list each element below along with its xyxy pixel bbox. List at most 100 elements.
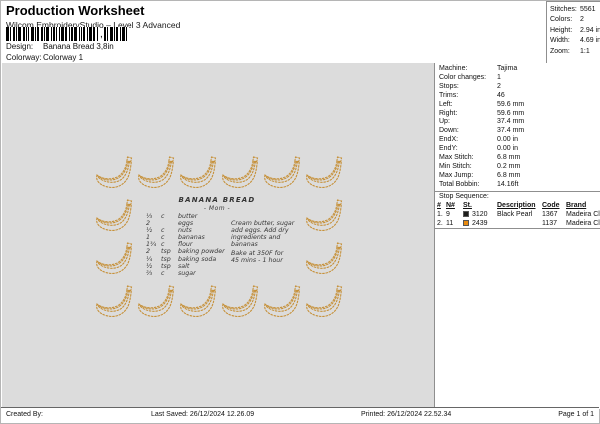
ingredient-name: bananas xyxy=(178,234,205,242)
stat-value: 2 xyxy=(580,16,584,24)
stop-sequence-rows: 1. 9 3120 Black Pearl 1367 Madeira Class… xyxy=(435,210,600,228)
ingredient-amount: ½ xyxy=(146,262,153,270)
design-row: Design: Banana Bread 3,8in xyxy=(6,42,114,51)
machine-info-value: 2 xyxy=(497,82,501,90)
last-saved-label: Last Saved: 26/12/2024 12.26.09 xyxy=(151,411,255,418)
machine-info-value: 0.00 in xyxy=(497,145,519,153)
ingredient-name: baking powder xyxy=(178,248,225,256)
stop-sequence-row: 1. 9 3120 Black Pearl 1367 Madeira Class… xyxy=(435,210,600,219)
stat-row: Width: 4.69 in xyxy=(550,36,600,46)
col-description: Description xyxy=(497,201,536,209)
ingredient-unit xyxy=(161,220,178,227)
ingredient-row: ¼ tsp baking soda xyxy=(146,256,225,263)
machine-info-value: 1 xyxy=(497,73,501,81)
machine-info-row: Color changes: 1 xyxy=(439,74,600,83)
banana-motif xyxy=(220,154,264,192)
thread-description: Black Pearl xyxy=(497,210,533,218)
ingredient-name: baking soda xyxy=(178,255,217,263)
machine-info-label: Total Bobbin: xyxy=(439,180,480,188)
machine-info-value: Tajima xyxy=(497,65,518,72)
machine-info-row: Down: 37.4 mm xyxy=(439,127,600,136)
machine-info-row: Max Jump: 6.8 mm xyxy=(439,172,600,181)
machine-info-label: EndX: xyxy=(439,136,459,144)
ingredient-amount: ⅔ xyxy=(146,269,153,277)
machine-info-row: Left: 59.6 mm xyxy=(439,101,600,110)
machine-info-value: 37.4 mm xyxy=(497,127,525,135)
machine-info-label: Down: xyxy=(439,127,459,135)
banana-motif xyxy=(262,283,306,321)
ingredient-name: salt xyxy=(178,262,190,270)
machine-info-label: Max Stitch: xyxy=(439,154,474,162)
banana-motif xyxy=(262,154,306,192)
machine-info-row: EndX: 0.00 in xyxy=(439,136,600,145)
thread-code: 1367 xyxy=(542,210,558,218)
page-number-label: Page 1 of 1 xyxy=(558,411,594,418)
recipe-subtitle: - Mom - xyxy=(203,205,231,212)
stop-num: 2. xyxy=(437,219,443,227)
col-code: Code xyxy=(542,201,560,209)
machine-info-row: EndY: 0.00 in xyxy=(439,145,600,154)
ingredient-amount: 1¾ xyxy=(146,241,157,249)
ingredient-row: ½ c nuts xyxy=(146,227,225,234)
col-num: # xyxy=(437,201,441,209)
col-needle: N# xyxy=(446,201,455,209)
machine-info-label: Right: xyxy=(439,109,458,117)
banana-motif xyxy=(94,154,138,192)
banana-motif xyxy=(304,154,348,192)
divider xyxy=(435,227,600,229)
ingredient-unit: tsp xyxy=(161,255,171,263)
thread-brand: Madeira Classic 40 xyxy=(566,210,600,218)
thread-number: 2439 xyxy=(472,219,488,227)
machine-info-row: Trims: 46 xyxy=(439,92,600,101)
stat-label: Colors: xyxy=(550,16,573,24)
machine-info-row: Machine: Tajima xyxy=(439,65,600,74)
stop-needle: 9 xyxy=(446,210,450,218)
col-stitch: St. xyxy=(463,201,472,209)
machine-panel: Machine: Tajima Color changes: 1 Stops: 2 T… xyxy=(434,63,600,409)
production-worksheet-page: Production Worksheet Wilcom EmbroiderySt… xyxy=(0,0,600,424)
stat-row: Stitches: 5561 xyxy=(550,5,600,15)
machine-info-row: Min Stitch: 0.2 mm xyxy=(439,163,600,172)
machine-info-value: 59.6 mm xyxy=(497,109,525,117)
ingredient-name: flour xyxy=(178,241,193,249)
thread-code: 1137 xyxy=(542,219,558,227)
ingredient-amount: ⅓ xyxy=(146,213,153,220)
ingredient-unit: tsp xyxy=(161,248,171,256)
stop-sequence-row: 2. 11 2439 1137 Madeira Classic 40 xyxy=(435,219,600,228)
printed-label: Printed: 26/12/2024 22.52.34 xyxy=(361,411,452,418)
created-by-label: Created By: xyxy=(6,411,43,418)
machine-info-label: Left: xyxy=(439,100,453,108)
stop-sequence-title: Stop Sequence: xyxy=(439,192,489,200)
stat-value: 1:1 xyxy=(580,47,590,55)
recipe-title: BANANA BREAD xyxy=(178,196,256,204)
banana-motif xyxy=(304,283,348,321)
stat-row: Zoom: 1:1 xyxy=(550,47,600,57)
ingredient-unit: c xyxy=(161,227,165,235)
ingredient-row: 1¾ c flour xyxy=(146,241,225,248)
ingredient-amount: ½ xyxy=(146,227,153,235)
ingredient-row: 1 c bananas xyxy=(146,234,225,241)
banana-motif xyxy=(94,240,138,278)
stat-label: Height: xyxy=(550,26,573,34)
machine-info-label: Stops: xyxy=(439,82,459,90)
colorway-label: Colorway: xyxy=(6,53,42,62)
machine-info-row: Max Stitch: 6.8 mm xyxy=(439,154,600,163)
stat-row: Colors: 2 xyxy=(550,15,600,25)
ingredient-name: butter xyxy=(178,213,198,220)
machine-info-row: Total Bobbin: 14.16ft xyxy=(439,181,600,190)
stat-label: Width: xyxy=(550,37,570,45)
design-preview-canvas: BANANA BREAD - Mom - ⅓ c butter 2 eggs ½ xyxy=(2,63,434,409)
machine-info-label: Max Jump: xyxy=(439,171,474,179)
machine-info-value: 14.16ft xyxy=(497,180,519,188)
footer: Created By: Last Saved: 26/12/2024 12.26… xyxy=(1,407,599,423)
ingredient-amount: 2 xyxy=(146,248,151,256)
machine-info-value: 0.2 mm xyxy=(497,162,521,170)
ingredient-name: nuts xyxy=(178,227,192,235)
ingredient-unit: c xyxy=(161,269,165,277)
banana-motif xyxy=(178,154,222,192)
colorway-value: Colorway 1 xyxy=(43,53,84,62)
machine-info-label: Min Stitch: xyxy=(439,162,472,170)
machine-info-value: 6.8 mm xyxy=(497,154,521,162)
ingredient-row: ⅓ c butter xyxy=(146,213,225,220)
machine-info-value: 59.6 mm xyxy=(497,100,525,108)
